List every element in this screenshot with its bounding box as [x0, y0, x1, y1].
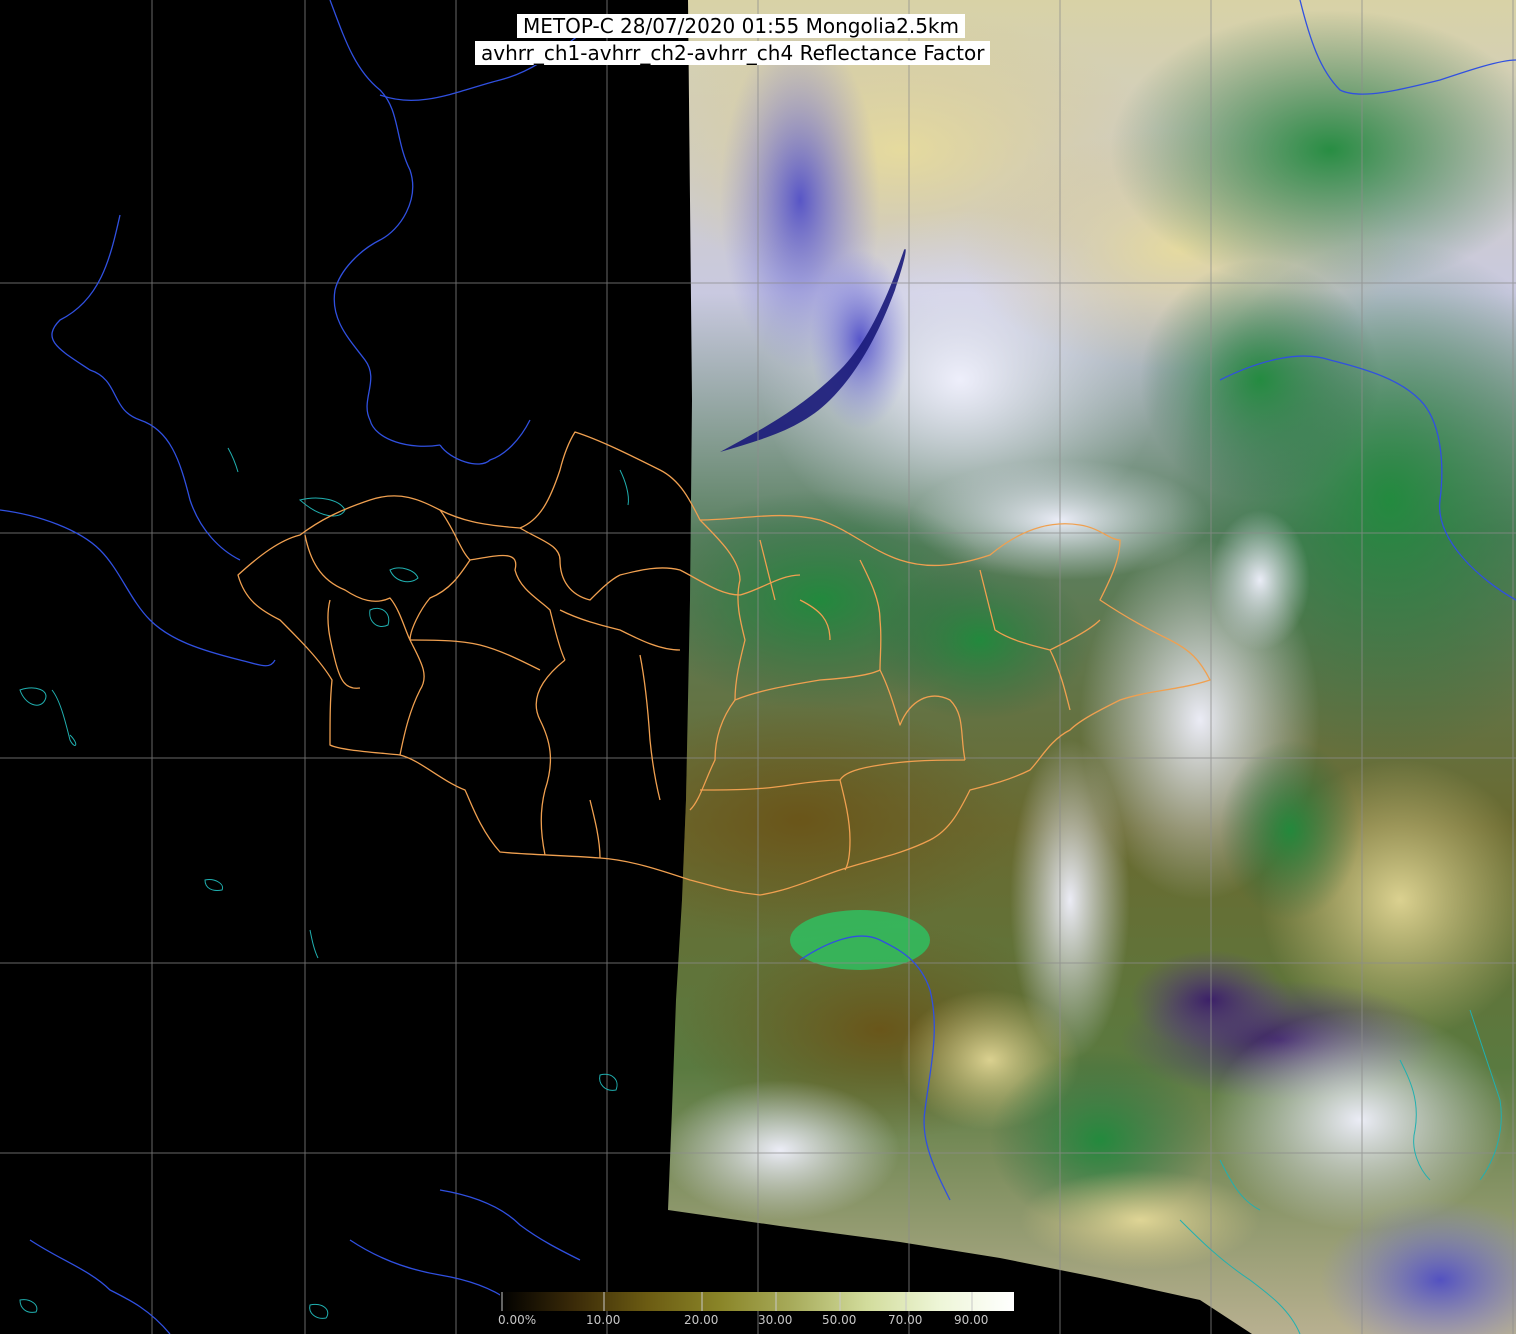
colorbar-tick-label: 30.00 — [758, 1313, 793, 1327]
colorbar-gradient — [500, 1292, 1014, 1311]
satellite-map — [0, 0, 1516, 1334]
colorbar-tick-label: 0.00% — [498, 1313, 537, 1327]
title-line-2: avhrr_ch1-avhrr_ch2-avhrr_ch4 Reflectanc… — [475, 41, 991, 65]
colorbar-tick-label: 20.00 — [684, 1313, 719, 1327]
colorbar-tick-label: 10.00 — [586, 1313, 621, 1327]
colorbar-tick-label: 50.00 — [822, 1313, 857, 1327]
colorbar-tick-label: 70.00 — [888, 1313, 923, 1327]
colorbar-tick-label: 90.00 — [954, 1313, 989, 1327]
title-line-1: METOP-C 28/07/2020 01:55 Mongolia2.5km — [517, 14, 965, 38]
satellite-swath — [668, 0, 1516, 1334]
